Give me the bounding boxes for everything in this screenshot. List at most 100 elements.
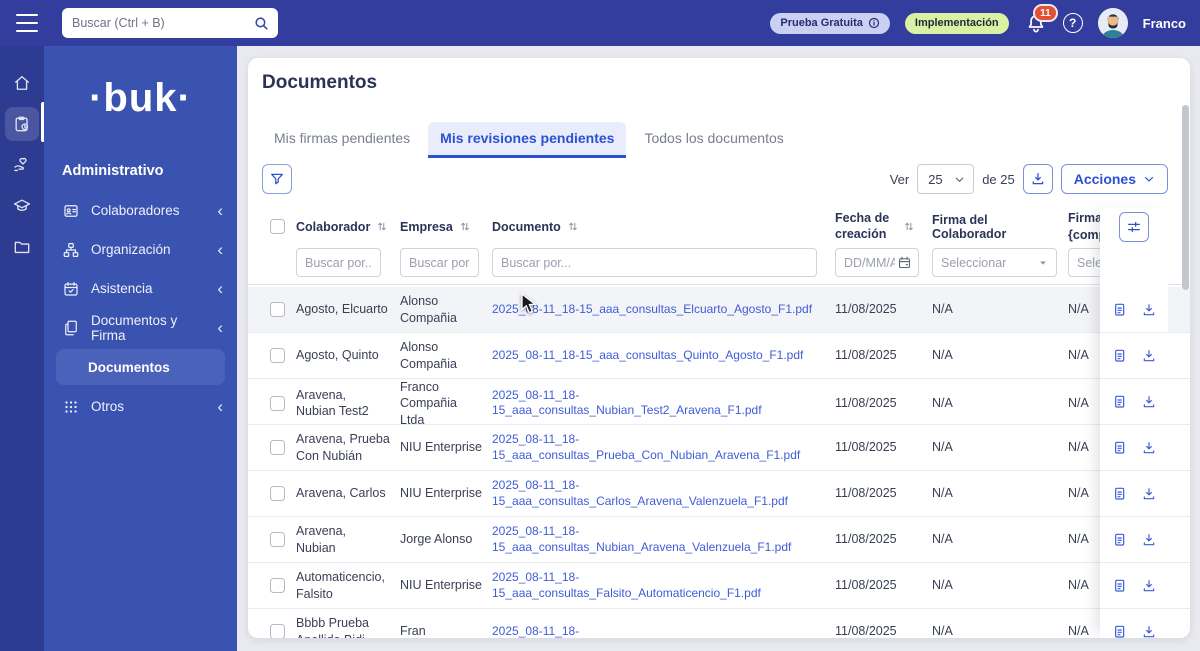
sidebar-item-documentos-y-firma[interactable]: Documentos y Firma ‹: [44, 308, 237, 347]
cell-documento-link[interactable]: 2025_08-11_18-15_aaa_consultas_Falsito_A…: [492, 570, 835, 601]
notifications-button[interactable]: 11: [1024, 4, 1058, 35]
colaborador-filter-input[interactable]: [296, 248, 381, 277]
column-label: Firma del Colaborador: [932, 212, 1007, 241]
column-header-documento[interactable]: Documento: [492, 220, 835, 234]
rail-home-icon[interactable]: [5, 66, 39, 100]
search-icon[interactable]: [253, 15, 270, 32]
row-checkbox[interactable]: [270, 532, 285, 547]
fecha-filter-input[interactable]: DD/MM/AAAA: [835, 248, 919, 277]
search-input[interactable]: [72, 16, 253, 30]
rail-files-icon[interactable]: [5, 230, 39, 264]
export-button[interactable]: [1022, 164, 1053, 194]
cell-fecha: 11/08/2025: [835, 440, 897, 455]
sidebar-item-label: Documentos: [88, 359, 170, 375]
view-document-button[interactable]: [1112, 578, 1128, 594]
download-document-button[interactable]: [1141, 440, 1157, 456]
table-row[interactable]: Aravena, Carlos NIU Enterprise 2025_08-1…: [248, 471, 1190, 517]
mouse-cursor: [521, 293, 537, 314]
sort-icon[interactable]: [376, 220, 388, 233]
table-row[interactable]: Automaticencio, Falsito NIU Enterprise 2…: [248, 563, 1190, 609]
view-document-button[interactable]: [1112, 486, 1128, 502]
column-settings-button[interactable]: [1119, 212, 1149, 242]
view-document-button[interactable]: [1112, 302, 1128, 318]
download-document-button[interactable]: [1141, 486, 1157, 502]
column-header-empresa[interactable]: Empresa: [400, 220, 492, 234]
global-search[interactable]: [62, 8, 278, 38]
row-checkbox[interactable]: [270, 624, 285, 638]
download-icon: [1143, 349, 1154, 361]
column-header-colaborador[interactable]: Colaborador: [296, 220, 400, 234]
file-icon: [1114, 533, 1124, 546]
sidebar-item-organizacion[interactable]: Organización ‹: [44, 230, 237, 269]
view-document-button[interactable]: [1112, 624, 1128, 639]
rail-training-icon[interactable]: [5, 189, 39, 223]
page-size-select[interactable]: 25: [917, 164, 975, 194]
sort-icon[interactable]: [567, 220, 579, 233]
cell-firma-colaborador: N/A: [932, 578, 953, 593]
cell-documento-link[interactable]: 2025_08-11_18-15_aaa_consultas_Prueba_Co…: [492, 432, 835, 463]
download-document-button[interactable]: [1141, 624, 1157, 639]
cell-documento-link[interactable]: 2025_08-11_18-15_aaa_consultas_Nubian_Te…: [492, 388, 835, 419]
documento-filter-input[interactable]: [492, 248, 817, 277]
sidebar-item-asistencia[interactable]: Asistencia ‹: [44, 269, 237, 308]
view-document-button[interactable]: [1112, 532, 1128, 548]
download-document-button[interactable]: [1141, 532, 1157, 548]
row-checkbox[interactable]: [270, 440, 285, 455]
tab-mis-firmas-pendientes[interactable]: Mis firmas pendientes: [262, 122, 422, 158]
hamburger-menu-icon[interactable]: [16, 14, 38, 32]
view-document-button[interactable]: [1112, 348, 1128, 364]
cell-fecha: 11/08/2025: [835, 396, 897, 411]
cell-documento-link[interactable]: 2025_08-11_18-: [492, 624, 835, 638]
help-button[interactable]: ?: [1062, 13, 1083, 33]
sort-icon[interactable]: [903, 220, 915, 233]
table-row[interactable]: Agosto, Quinto Alonso Compañia 2025_08-1…: [248, 333, 1190, 379]
rail-tasks-icon[interactable]: [5, 107, 39, 141]
download-document-button[interactable]: [1141, 578, 1157, 594]
sidebar-item-colaboradores[interactable]: Colaboradores ‹: [44, 191, 237, 230]
download-icon: [1143, 487, 1154, 499]
table-row[interactable]: Aravena, Nubian Test2 Franco Compañia Lt…: [248, 379, 1190, 427]
view-document-button[interactable]: [1112, 394, 1128, 410]
table-row[interactable]: Aravena, Nubian Jorge Alonso 2025_08-11_…: [248, 517, 1190, 563]
cell-documento-link[interactable]: 2025_08-11_18-15_aaa_consultas_Quinto_Ag…: [492, 348, 835, 364]
row-checkbox[interactable]: [270, 486, 285, 501]
sidebar-item-documentos-active[interactable]: Documentos: [56, 349, 225, 385]
column-header-fecha-creacion[interactable]: Fecha de creación: [835, 211, 932, 242]
table-row[interactable]: Aravena, Prueba Con Nubián NIU Enterpris…: [248, 425, 1190, 471]
cell-documento-link[interactable]: 2025_08-11_18-15_aaa_consultas_Nubian_Ar…: [492, 524, 835, 555]
firma-colaborador-filter-select[interactable]: Seleccionar: [932, 248, 1057, 277]
table-row[interactable]: Agosto, Elcuarto Alonso Compañia 2025_08…: [248, 287, 1190, 333]
tab-todos-los-documentos[interactable]: Todos los documentos: [632, 122, 795, 158]
cell-documento-link[interactable]: 2025_08-11_18-15_aaa_consultas_Elcuarto_…: [492, 302, 835, 318]
avatar[interactable]: [1097, 8, 1128, 38]
download-document-button[interactable]: [1141, 302, 1157, 318]
documents-icon: [65, 320, 77, 335]
documents-card: Documentos Mis firmas pendientes Mis rev…: [248, 58, 1190, 638]
sidebar-item-otros[interactable]: Otros ‹: [44, 387, 237, 426]
cell-colaborador: Aravena, Nubian Test2: [296, 388, 369, 419]
cell-documento-link[interactable]: 2025_08-11_18-15_aaa_consultas_Carlos_Ar…: [492, 478, 835, 509]
acciones-button[interactable]: Acciones: [1060, 164, 1168, 194]
empresa-filter-input[interactable]: [400, 248, 479, 277]
column-label: Documento: [492, 219, 561, 234]
vertical-scrollbar[interactable]: [1182, 105, 1189, 290]
row-checkbox[interactable]: [270, 578, 285, 593]
info-icon: [868, 17, 880, 29]
select-all-checkbox[interactable]: [270, 219, 285, 235]
table-row[interactable]: Bbbb Prueba Apellido Bidi Fran 2025_08-1…: [248, 609, 1190, 638]
download-document-button[interactable]: [1141, 348, 1157, 364]
column-header-firma-colaborador[interactable]: Firma del Colaborador: [932, 213, 1068, 241]
org-chart-icon: [63, 242, 79, 257]
implementation-badge[interactable]: Implementación: [904, 12, 1009, 34]
row-checkbox[interactable]: [270, 395, 285, 411]
download-document-button[interactable]: [1141, 394, 1157, 410]
sort-icon[interactable]: [459, 220, 471, 233]
trial-badge[interactable]: Prueba Gratuita: [770, 12, 890, 34]
column-label: Empresa: [400, 219, 453, 234]
row-checkbox[interactable]: [270, 348, 285, 363]
filter-button[interactable]: [262, 164, 292, 194]
tab-mis-revisiones-pendientes[interactable]: Mis revisiones pendientes: [428, 122, 627, 158]
view-document-button[interactable]: [1112, 440, 1128, 456]
rail-benefits-icon[interactable]: [5, 148, 39, 182]
row-checkbox[interactable]: [270, 302, 285, 317]
